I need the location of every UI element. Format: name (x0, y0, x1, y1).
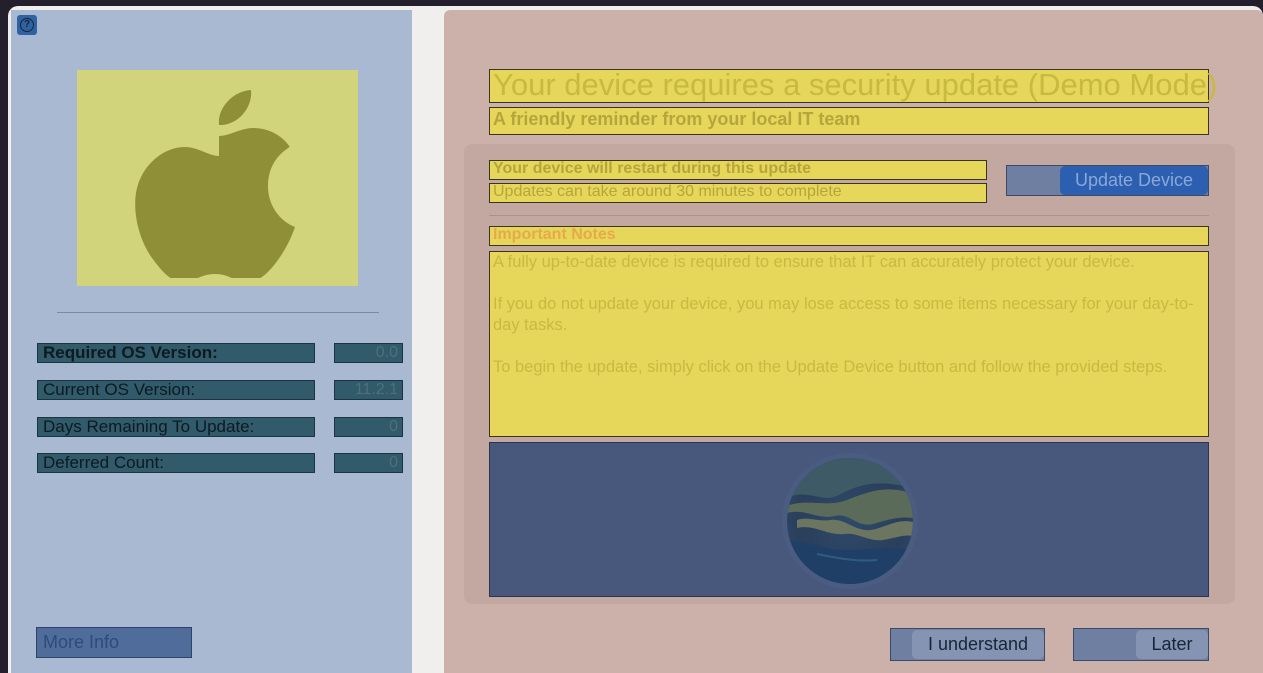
apple-logo-icon (134, 90, 303, 278)
deferred-count-value: 0 (334, 453, 403, 473)
important-notes-body: A fully up-to-date device is required to… (489, 251, 1209, 437)
current-os-value: 11.2.1 (334, 380, 403, 400)
required-os-value: 0.0 (334, 343, 403, 363)
macos-disc-icon (782, 453, 918, 589)
screenshot-area (489, 442, 1209, 597)
days-remaining-row: Days Remaining To Update: 0 (37, 417, 403, 437)
right-pane: Your device requires a security update (… (444, 10, 1263, 673)
duration-note: Updates can take around 30 minutes to co… (489, 183, 987, 203)
days-remaining-label: Days Remaining To Update: (37, 417, 315, 437)
later-button[interactable]: Later (1136, 630, 1208, 659)
left-divider (57, 312, 379, 313)
update-device-button[interactable]: Update Device (1060, 166, 1208, 195)
update-device-frame: Update Device (1006, 165, 1209, 196)
notes-paragraph: If you do not update your device, you ma… (493, 295, 1194, 334)
days-remaining-value: 0 (334, 417, 403, 437)
page-title: Your device requires a security update (… (489, 69, 1217, 103)
deferred-count-label: Deferred Count: (37, 453, 315, 473)
important-notes-title: Important Notes (489, 226, 1209, 246)
restart-warning: Your device will restart during this upd… (489, 160, 987, 180)
content-card: Your device will restart during this upd… (464, 144, 1235, 604)
understand-frame: I understand (890, 628, 1045, 661)
left-pane: ? Required OS Version: 0.0 Current OS Ve… (11, 10, 412, 673)
logo-box (77, 70, 358, 286)
help-button[interactable]: ? (17, 15, 37, 35)
question-icon: ? (20, 18, 34, 32)
i-understand-button[interactable]: I understand (912, 630, 1044, 659)
more-info-button[interactable]: More Info (36, 627, 192, 658)
page-subtitle: A friendly reminder from your local IT t… (489, 107, 1209, 135)
current-os-label: Current OS Version: (37, 380, 315, 400)
coastline-image (787, 458, 913, 584)
card-divider (489, 215, 1209, 216)
required-os-label: Required OS Version: (37, 343, 315, 363)
notes-paragraph: A fully up-to-date device is required to… (493, 253, 1135, 271)
deferred-count-row: Deferred Count: 0 (37, 453, 403, 473)
later-frame: Later (1073, 628, 1209, 661)
required-os-row: Required OS Version: 0.0 (37, 343, 403, 363)
notes-paragraph: To begin the update, simply click on the… (493, 358, 1168, 376)
current-os-row: Current OS Version: 11.2.1 (37, 380, 403, 400)
nudge-window: ? Required OS Version: 0.0 Current OS Ve… (8, 6, 1263, 673)
